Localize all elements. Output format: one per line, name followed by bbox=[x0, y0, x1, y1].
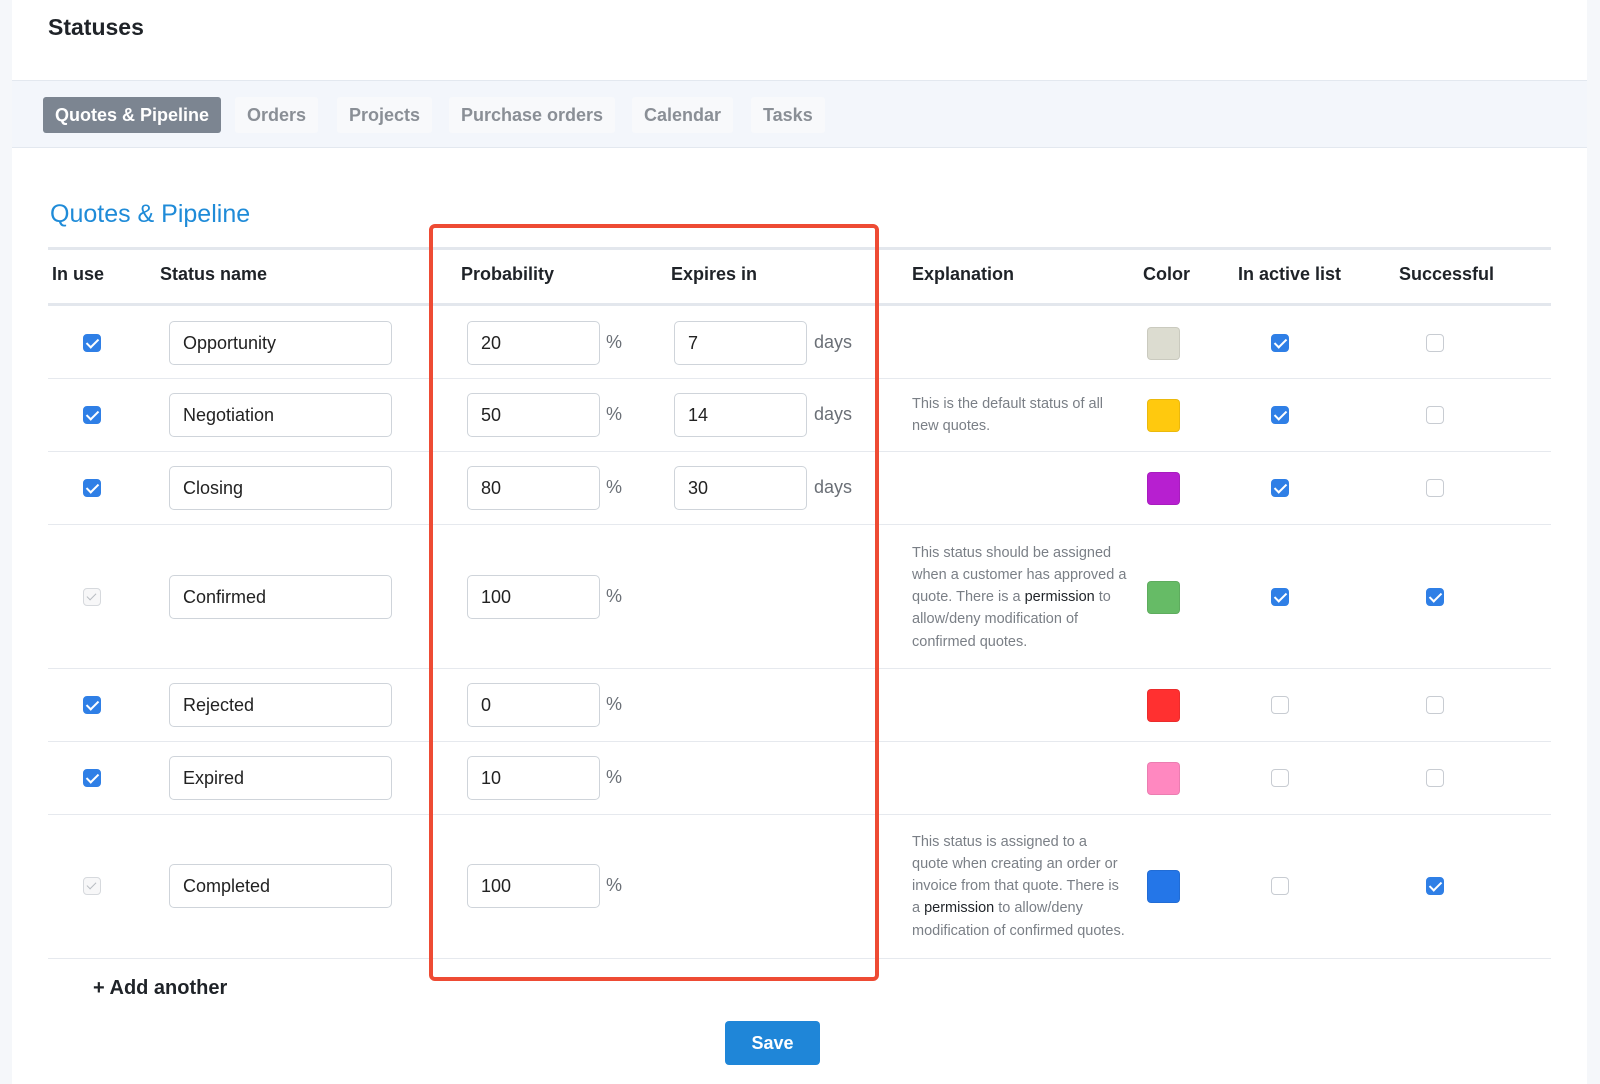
days-unit-label: days bbox=[814, 332, 853, 352]
in-use-checkbox[interactable] bbox=[83, 769, 101, 787]
status-name-input[interactable] bbox=[169, 864, 392, 908]
in-active-list-checkbox[interactable] bbox=[1271, 334, 1289, 352]
percent-unit-label: % bbox=[606, 404, 623, 424]
explanation-text: This status is assigned to a quote when … bbox=[912, 831, 1127, 942]
column-header-status-name: Status name bbox=[160, 264, 268, 284]
status-name-input[interactable] bbox=[169, 393, 392, 437]
in-active-list-checkbox[interactable] bbox=[1271, 406, 1289, 424]
percent-unit-label: % bbox=[606, 332, 623, 352]
percent-unit-label: % bbox=[606, 694, 623, 714]
expires-in-input[interactable] bbox=[674, 393, 807, 437]
status-name-input[interactable] bbox=[169, 575, 392, 619]
color-swatch[interactable] bbox=[1147, 327, 1180, 360]
color-swatch[interactable] bbox=[1147, 581, 1180, 614]
color-swatch[interactable] bbox=[1147, 689, 1180, 722]
explanation-text: This status should be assigned when a cu… bbox=[912, 542, 1127, 653]
successful-checkbox[interactable] bbox=[1426, 588, 1444, 606]
header-divider bbox=[48, 303, 1551, 306]
column-header-explanation: Explanation bbox=[912, 264, 1015, 284]
successful-checkbox[interactable] bbox=[1426, 769, 1444, 787]
explanation-text: This is the default status of all new qu… bbox=[912, 393, 1127, 438]
probability-input[interactable] bbox=[467, 683, 600, 727]
row-divider bbox=[48, 814, 1551, 815]
column-header-successful: Successful bbox=[1399, 264, 1495, 284]
successful-checkbox[interactable] bbox=[1426, 696, 1444, 714]
tab-purchase-orders[interactable]: Purchase orders bbox=[449, 97, 616, 133]
in-active-list-checkbox[interactable] bbox=[1271, 588, 1289, 606]
save-button[interactable]: Save bbox=[725, 1021, 820, 1065]
in-active-list-checkbox[interactable] bbox=[1271, 479, 1289, 497]
probability-input[interactable] bbox=[467, 321, 600, 365]
row-divider bbox=[48, 741, 1551, 742]
status-name-input[interactable] bbox=[169, 683, 392, 727]
permission-link[interactable]: permission bbox=[924, 900, 994, 916]
probability-input[interactable] bbox=[467, 393, 600, 437]
percent-unit-label: % bbox=[606, 586, 623, 606]
in-use-checkbox[interactable] bbox=[83, 406, 101, 424]
column-header-expires-in: Expires in bbox=[671, 264, 758, 284]
percent-unit-label: % bbox=[606, 767, 623, 787]
in-use-checkbox[interactable] bbox=[83, 696, 101, 714]
content-panel bbox=[12, 0, 1587, 1084]
row-divider bbox=[48, 378, 1551, 379]
tab-orders[interactable]: Orders bbox=[235, 97, 319, 133]
in-active-list-checkbox[interactable] bbox=[1271, 696, 1289, 714]
in-use-checkbox bbox=[83, 588, 101, 606]
column-header-probability: Probability bbox=[461, 264, 555, 284]
tab-calendar[interactable]: Calendar bbox=[632, 97, 734, 133]
status-name-input[interactable] bbox=[169, 321, 392, 365]
successful-checkbox[interactable] bbox=[1426, 406, 1444, 424]
successful-checkbox[interactable] bbox=[1426, 334, 1444, 352]
in-use-checkbox[interactable] bbox=[83, 334, 101, 352]
color-swatch[interactable] bbox=[1147, 472, 1180, 505]
probability-input[interactable] bbox=[467, 864, 600, 908]
expires-in-input[interactable] bbox=[674, 466, 807, 510]
explanation-segment: This is the default status of all new qu… bbox=[912, 395, 1104, 434]
in-use-checkbox[interactable] bbox=[83, 479, 101, 497]
color-swatch[interactable] bbox=[1147, 399, 1180, 432]
row-divider bbox=[48, 524, 1551, 525]
tab-tasks[interactable]: Tasks bbox=[751, 97, 825, 133]
column-header-color: Color bbox=[1143, 264, 1190, 284]
percent-unit-label: % bbox=[606, 875, 623, 895]
expires-in-input[interactable] bbox=[674, 321, 807, 365]
probability-input[interactable] bbox=[467, 575, 600, 619]
permission-link[interactable]: permission bbox=[1025, 589, 1095, 605]
row-divider bbox=[48, 451, 1551, 452]
percent-unit-label: % bbox=[606, 477, 623, 497]
section-title: Quotes & Pipeline bbox=[50, 200, 251, 228]
in-active-list-checkbox[interactable] bbox=[1271, 769, 1289, 787]
successful-checkbox[interactable] bbox=[1426, 877, 1444, 895]
add-another-button[interactable]: + Add another bbox=[93, 977, 227, 1000]
row-divider bbox=[48, 668, 1551, 669]
days-unit-label: days bbox=[814, 477, 853, 497]
column-header-in-active-list: In active list bbox=[1238, 264, 1342, 284]
status-name-input[interactable] bbox=[169, 466, 392, 510]
color-swatch[interactable] bbox=[1147, 762, 1180, 795]
successful-checkbox[interactable] bbox=[1426, 479, 1444, 497]
probability-input[interactable] bbox=[467, 756, 600, 800]
tab-bar: Quotes & Pipeline Orders Projects Purcha… bbox=[12, 80, 1587, 148]
days-unit-label: days bbox=[814, 404, 853, 424]
status-name-input[interactable] bbox=[169, 756, 392, 800]
tab-projects[interactable]: Projects bbox=[337, 97, 433, 133]
table-top-divider bbox=[48, 247, 1551, 250]
probability-input[interactable] bbox=[467, 466, 600, 510]
row-divider bbox=[48, 958, 1551, 959]
in-active-list-checkbox[interactable] bbox=[1271, 877, 1289, 895]
page-title: Statuses bbox=[48, 14, 144, 40]
column-header-in-use: In use bbox=[52, 264, 105, 284]
color-swatch[interactable] bbox=[1147, 870, 1180, 903]
in-use-checkbox bbox=[83, 877, 101, 895]
tab-quotes-pipeline[interactable]: Quotes & Pipeline bbox=[43, 97, 222, 133]
